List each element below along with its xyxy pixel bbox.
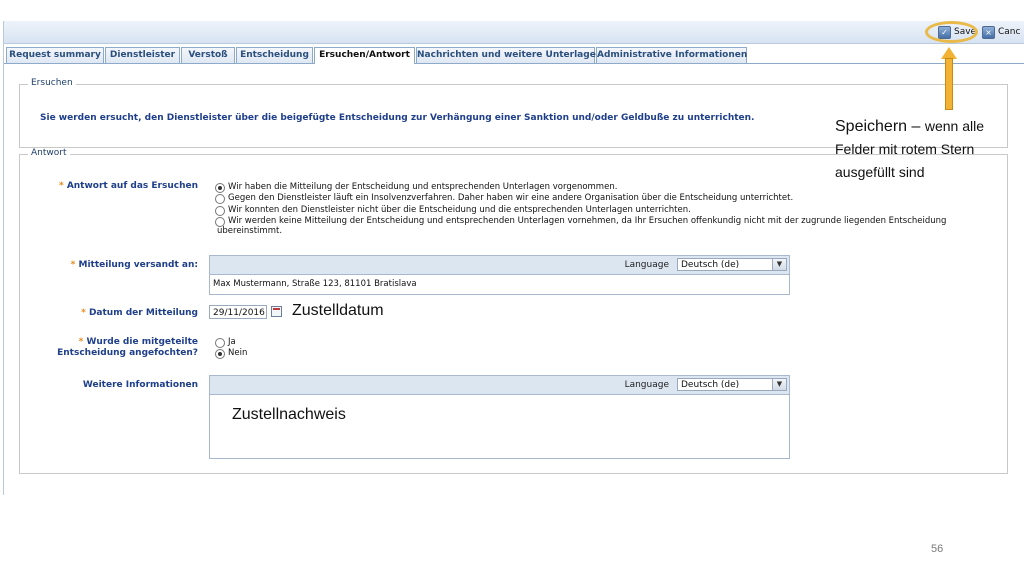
answer-option-3[interactable]: Wir konnten den Dienstleister nicht über…: [215, 205, 691, 216]
ersuchen-legend: Ersuchen: [28, 78, 76, 88]
toolbar: ✓ Save × Canc: [4, 21, 1024, 44]
tab-administrative-informationen[interactable]: Administrative Informationen: [596, 47, 747, 63]
sent-field[interactable]: Language Deutsch (de) ▼ Max Mustermann, …: [209, 255, 790, 295]
radio-button[interactable]: [215, 217, 225, 227]
save-highlight-ellipse: [925, 21, 978, 43]
language-bar: Language Deutsch (de) ▼: [210, 376, 789, 395]
tab-nachrichten[interactable]: Nachrichten und weitere Unterlagen: [416, 47, 602, 63]
language-select[interactable]: Deutsch (de) ▼: [677, 378, 787, 391]
tab-dienstleister[interactable]: Dienstleister: [105, 47, 180, 63]
radio-button[interactable]: [215, 338, 225, 348]
contested-option-ja[interactable]: Ja: [215, 337, 236, 348]
radio-button[interactable]: [215, 194, 225, 204]
ersuchen-text: Sie werden ersucht, den Dienstleister üb…: [40, 113, 755, 123]
required-star: *: [70, 260, 76, 270]
language-label: Language: [624, 260, 669, 270]
radio-button[interactable]: [215, 206, 225, 216]
date-hint: Zustelldatum: [292, 302, 384, 319]
answer-option-2[interactable]: Gegen den Dienstleister läuft ein Insolv…: [215, 193, 793, 204]
sent-label: * Mitteilung versandt an:: [70, 260, 198, 270]
more-info-label: Weitere Informationen: [82, 380, 198, 390]
save-hint: Speichern – wenn alle Felder mit rotem S…: [835, 118, 984, 180]
date-label: * Datum der Mitteilung: [81, 308, 198, 318]
contested-label: * Wurde die mitgeteilte Entscheidung ang…: [57, 337, 198, 358]
required-star: *: [58, 181, 64, 191]
page-number: 56: [931, 543, 944, 555]
sent-value[interactable]: Max Mustermann, Straße 123, 81101 Bratis…: [213, 279, 417, 289]
proof-hint: Zustellnachweis: [232, 406, 346, 423]
answer-option-4[interactable]: Wir werden keine Mitteilung der Entschei…: [215, 216, 985, 236]
language-select[interactable]: Deutsch (de) ▼: [677, 258, 787, 271]
language-label: Language: [624, 380, 669, 390]
tab-verstoss[interactable]: Verstoß: [181, 47, 235, 63]
tab-request-summary[interactable]: Request summary: [6, 47, 104, 63]
cancel-button[interactable]: × Canc: [982, 25, 1020, 39]
antwort-legend: Antwort: [28, 148, 70, 158]
date-input[interactable]: 29/11/2016: [209, 305, 267, 319]
tab-entscheidung[interactable]: Entscheidung: [236, 47, 313, 63]
tab-bar: Request summary Dienstleister Verstoß En…: [4, 45, 1024, 64]
required-star: *: [81, 308, 86, 318]
language-bar: Language Deutsch (de) ▼: [210, 256, 789, 275]
radio-button[interactable]: [215, 183, 225, 193]
required-star: *: [78, 337, 84, 347]
arrow-shaft: [945, 58, 953, 110]
calendar-icon[interactable]: [271, 306, 282, 317]
chevron-down-icon[interactable]: ▼: [772, 379, 786, 390]
chevron-down-icon[interactable]: ▼: [772, 259, 786, 270]
radio-button[interactable]: [215, 349, 225, 359]
tab-ersuchen-antwort[interactable]: Ersuchen/Antwort: [314, 47, 415, 64]
cancel-button-label: Canc: [998, 27, 1021, 37]
answer-label: * Antwort auf das Ersuchen: [58, 181, 198, 191]
answer-option-1[interactable]: Wir haben die Mitteilung der Entscheidun…: [215, 182, 617, 193]
answer-option-4-text: Wir werden keine Mitteilung der Entschei…: [217, 216, 947, 236]
contested-option-nein[interactable]: Nein: [215, 348, 247, 359]
cancel-icon: ×: [982, 25, 995, 39]
